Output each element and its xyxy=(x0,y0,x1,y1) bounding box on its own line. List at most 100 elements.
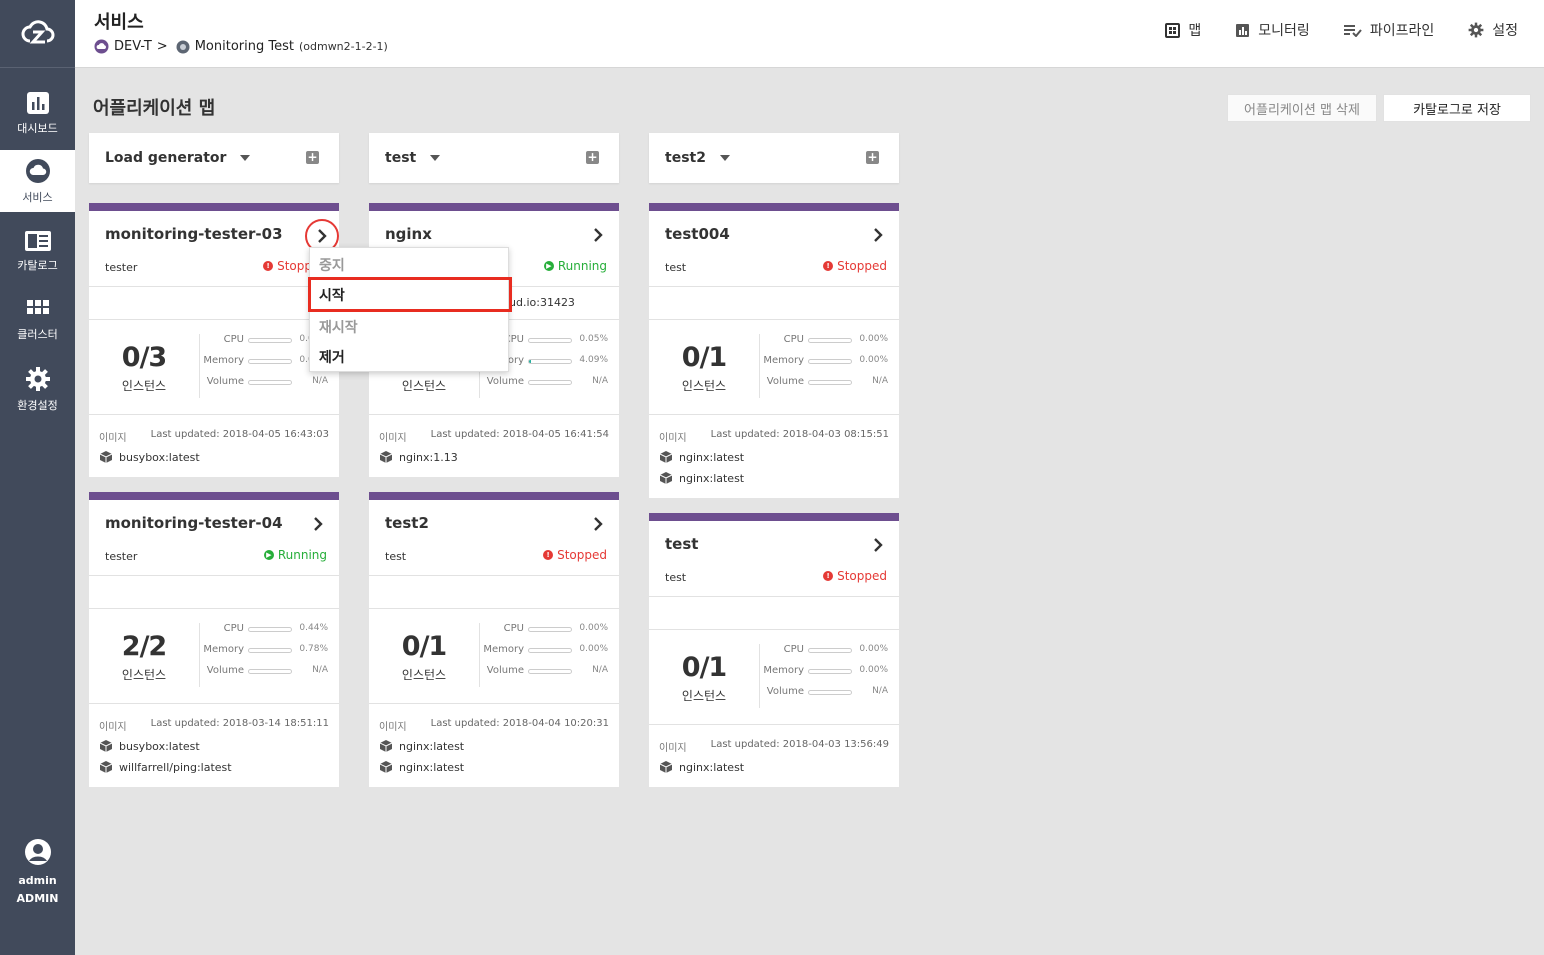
image-item: nginx:latest xyxy=(659,450,744,464)
sidebar-item-label: 서비스 xyxy=(22,190,53,204)
metrics-panel: CPU 0.44% Memory 0.78% Volume N/A xyxy=(199,623,339,687)
service-group-label: tester xyxy=(105,550,138,563)
sidebar-item-settings[interactable]: 환경설정 xyxy=(0,358,75,420)
metric-bar xyxy=(248,648,292,653)
status-badge: ! Stopped xyxy=(823,259,887,273)
instance-number: 0/1 xyxy=(681,341,727,373)
caret-down-icon xyxy=(719,155,730,161)
add-service-icon[interactable]: + xyxy=(866,151,879,164)
service-name[interactable]: monitoring-tester-03 xyxy=(105,225,283,243)
image-name: busybox:latest xyxy=(119,450,200,464)
metric-label: CPU xyxy=(223,623,244,634)
metric-label: Volume xyxy=(206,376,244,387)
group-dropdown[interactable]: test2 xyxy=(665,150,730,166)
map-icon xyxy=(1165,22,1181,38)
instance-count: 2/2 인스턴스 xyxy=(89,609,199,704)
service-name[interactable]: monitoring-tester-04 xyxy=(105,514,283,532)
instance-label: 인스턴스 xyxy=(401,667,447,682)
menu-item-start[interactable]: 시작 xyxy=(308,277,512,312)
chevron-right-icon[interactable] xyxy=(587,513,609,535)
group-dropdown[interactable]: Load generator xyxy=(105,150,251,166)
add-service-icon[interactable]: + xyxy=(586,151,599,164)
status-badge: ▶ Running xyxy=(543,259,607,273)
menu-item-restart[interactable]: 재시작 xyxy=(310,311,510,342)
save-to-catalog-button[interactable]: 카탈로그로 저장 xyxy=(1383,94,1531,122)
metric-value: 0.78% xyxy=(299,644,328,654)
status-text: Stopped xyxy=(557,548,607,562)
service-group-label: tester xyxy=(105,261,138,274)
logo[interactable] xyxy=(0,0,75,68)
chevron-right-icon[interactable] xyxy=(587,224,609,246)
image-name: willfarrell/ping:latest xyxy=(119,760,232,774)
cloud-logo-icon xyxy=(21,19,54,43)
service-url[interactable]: ud.io:31423 xyxy=(509,296,575,309)
metric-label: Volume xyxy=(486,665,524,676)
metric-value: N/A xyxy=(312,376,328,386)
chevron-right-icon[interactable] xyxy=(867,534,889,556)
user-profile[interactable]: admin ADMIN xyxy=(0,838,75,905)
metric-value: N/A xyxy=(592,665,608,675)
breadcrumb-service-id: (odmwn2-1-2-1) xyxy=(298,40,388,53)
image-label: 이미지 xyxy=(99,722,127,733)
gear-icon xyxy=(1468,22,1484,38)
breadcrumb-service[interactable]: Monitoring Test xyxy=(195,39,294,54)
service-name[interactable]: test2 xyxy=(385,514,429,532)
running-icon: ▶ xyxy=(263,550,274,560)
card-metrics: 0/1 인스턴스 CPU 0.00% Memory 0.00% Volume N/A xyxy=(369,609,619,704)
instance-label: 인스턴스 xyxy=(681,688,727,703)
chart-icon xyxy=(1236,23,1250,37)
metric-value: N/A xyxy=(872,686,888,696)
add-service-icon[interactable]: + xyxy=(306,151,319,164)
metric-memory: Memory 0.00% xyxy=(480,644,620,658)
card-metrics: 0/1 인스턴스 CPU 0.00% Memory 0.00% Volume N/A xyxy=(649,630,899,725)
metric-label: CPU xyxy=(223,334,244,345)
sidebar-item-dashboard[interactable]: 대시보드 xyxy=(0,82,75,144)
menu-item-stop[interactable]: 중지 xyxy=(310,249,510,280)
cloud-icon xyxy=(25,158,50,183)
chevron-right-icon[interactable] xyxy=(307,513,329,535)
metric-label: Memory xyxy=(763,355,804,366)
service-card: monitoring-tester-04 tester ▶ Running 2/2… xyxy=(89,492,339,787)
metric-value: 0.00% xyxy=(579,644,608,654)
last-updated: Last updated: 2018-04-04 10:20:31 xyxy=(430,718,609,729)
metric-cpu: CPU 0.00% xyxy=(480,623,620,637)
group-dropdown[interactable]: test xyxy=(385,150,441,166)
metric-label: Memory xyxy=(483,644,524,655)
metric-volume: Volume N/A xyxy=(760,686,900,700)
sidebar-item-catalog[interactable]: 카탈로그 xyxy=(0,220,75,282)
user-role: ADMIN xyxy=(16,892,59,905)
nav-monitoring[interactable]: 모니터링 xyxy=(1235,20,1310,40)
instance-count: 0/1 인스턴스 xyxy=(649,320,759,415)
service-url-row xyxy=(649,597,899,630)
page-title: 서비스 xyxy=(94,12,144,33)
menu-item-remove[interactable]: 제거 xyxy=(310,341,510,372)
metric-bar xyxy=(528,669,572,674)
service-name[interactable]: test004 xyxy=(665,225,730,243)
metric-volume: Volume N/A xyxy=(200,376,340,390)
status-text: Stopped xyxy=(837,259,887,273)
service-name[interactable]: nginx xyxy=(385,225,432,243)
nav-map[interactable]: 맵 xyxy=(1165,20,1201,40)
instance-label: 인스턴스 xyxy=(121,667,167,682)
metric-value: N/A xyxy=(872,376,888,386)
service-card: test test ! Stopped 0/1 인스턴스 CPU 0.00% Mem… xyxy=(649,513,899,787)
metric-value: N/A xyxy=(592,376,608,386)
chevron-right-icon[interactable] xyxy=(867,224,889,246)
package-icon xyxy=(659,472,673,484)
last-updated: Last updated: 2018-04-03 08:15:51 xyxy=(710,429,889,440)
image-name: busybox:latest xyxy=(119,739,200,753)
instance-count: 0/1 인스턴스 xyxy=(649,630,759,725)
nav-pipeline[interactable]: 파이프라인 xyxy=(1343,20,1434,40)
user-name: admin xyxy=(18,874,57,887)
package-icon xyxy=(99,451,113,463)
sidebar-item-service[interactable]: 서비스 xyxy=(0,150,75,212)
card-header: test2 test ! Stopped xyxy=(369,500,619,576)
metric-label: Volume xyxy=(766,376,804,387)
delete-app-map-button[interactable]: 어플리케이션 맵 삭제 xyxy=(1227,94,1377,122)
nav-settings[interactable]: 설정 xyxy=(1468,20,1518,40)
breadcrumb-env[interactable]: DEV-T xyxy=(114,39,152,54)
service-name[interactable]: test xyxy=(665,535,698,553)
sidebar-item-cluster[interactable]: 클러스터 xyxy=(0,289,75,351)
metric-value: 0.00% xyxy=(579,623,608,633)
metric-bar xyxy=(808,359,852,364)
